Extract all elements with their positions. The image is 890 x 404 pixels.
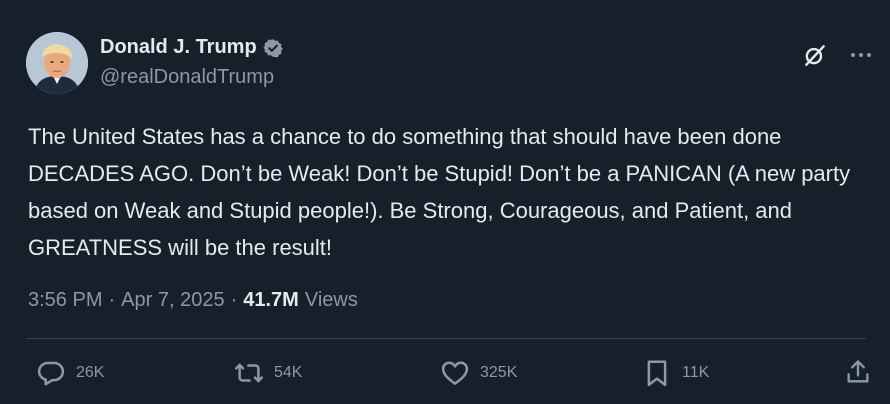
views-count[interactable]: 41.7M [243,289,299,312]
tweet-date[interactable]: Apr 7, 2025 [121,289,224,312]
grok-icon[interactable] [802,42,828,68]
avatar-portrait [26,32,88,94]
avatar[interactable] [26,32,88,94]
bookmark-button[interactable]: 11K [642,358,709,388]
reply-button[interactable]: 26K [36,358,104,388]
tweet-time[interactable]: 3:56 PM [28,289,102,312]
handle[interactable]: @realDonaldTrump [100,66,283,89]
author-name-row: Donald J. Trump [100,36,283,59]
tweet-text: The United States has a chance to do som… [28,124,851,260]
heart-icon [441,361,469,385]
meta-separator: · [230,289,238,311]
tweet-meta: 3:56 PM · Apr 7, 2025 · 41.7M Views [28,289,358,312]
tweet: Donald J. Trump @realDonaldTrump The Uni… [0,0,890,404]
action-bar: 26K 54K 325K 11K [36,358,872,394]
top-actions [802,42,872,68]
like-button[interactable]: 325K [440,358,517,388]
meta-separator: · [108,289,116,311]
retweet-count: 54K [274,364,303,381]
views-label[interactable]: Views [305,289,358,312]
bookmark-count: 11K [682,364,710,381]
more-dots-icon[interactable] [850,51,872,59]
bookmark-icon [647,360,667,387]
share-icon [847,360,869,383]
share-button[interactable] [844,358,872,386]
author-block: Donald J. Trump @realDonaldTrump [100,36,283,89]
reply-count: 26K [76,364,105,381]
like-count: 325K [480,364,518,381]
divider [26,338,866,339]
verified-badge-icon[interactable] [262,38,283,58]
retweet-button[interactable]: 54K [234,358,302,388]
reply-icon [37,361,65,386]
display-name[interactable]: Donald J. Trump [100,36,257,59]
retweet-icon [235,363,263,383]
